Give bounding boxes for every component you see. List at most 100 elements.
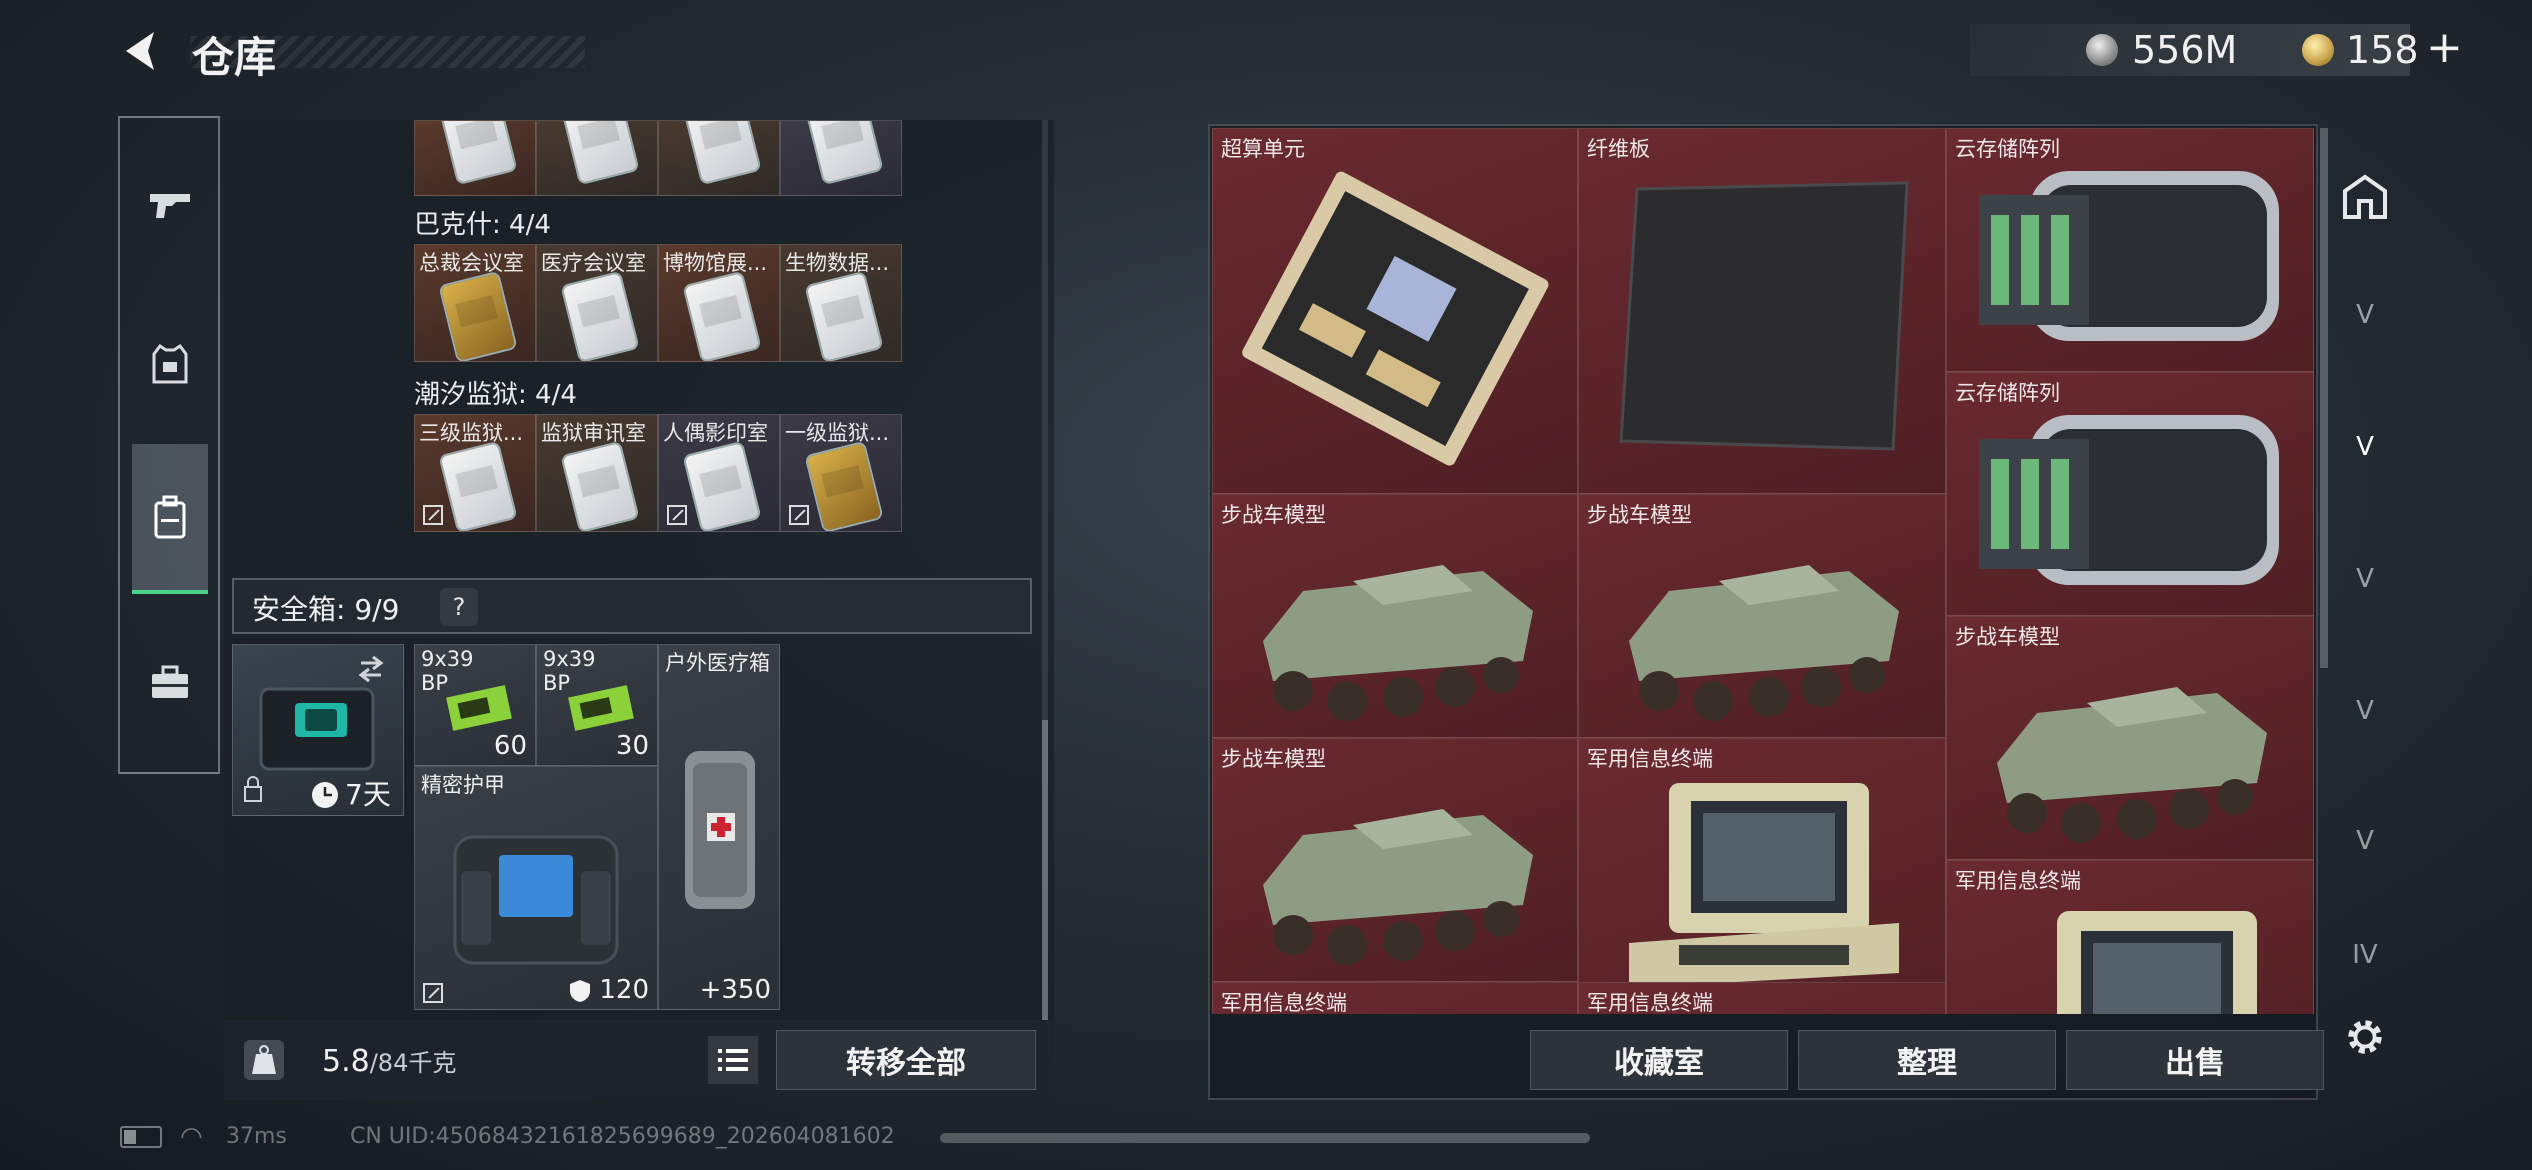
inventory-cell[interactable] [414,120,536,196]
storage-item-cell[interactable]: 军用信息终端 [1212,982,1578,1014]
storage-item-cell[interactable]: 军用信息终端 [1578,738,1946,1014]
item-name: 步战车模型 [1221,503,1326,527]
military-terminal-icon [1629,783,1899,988]
armor-vest-icon [152,343,188,384]
sell-button[interactable]: 出售 [2066,1030,2324,1090]
ammo-slot[interactable]: 9x39 BP 30 [536,644,658,766]
ifv-model-icon [1629,565,1899,721]
storage-item-cell[interactable]: 步战车模型 [1946,616,2314,860]
medkit-name: 户外医疗箱 [665,651,770,675]
item-name: 步战车模型 [1587,503,1692,527]
ammo-name: 9x39 [421,647,474,671]
item-name: 军用信息终端 [1587,991,1713,1014]
storage-item-cell[interactable]: 云存储阵列 [1946,128,2314,372]
medical-bag-icon [685,751,755,909]
pistol-icon [150,194,190,218]
list-view-button[interactable] [708,1036,758,1084]
keycard-group-label: 潮汐监狱: 4/4 [414,380,577,410]
rail-page-iv[interactable]: IV [2334,930,2396,980]
inventory-cell[interactable] [658,120,780,196]
settings-button[interactable] [2334,1006,2396,1068]
circuit-board-icon [1242,171,1549,466]
unavailable-icon [423,983,443,1003]
keycard-name: 监狱审讯室 [541,421,646,445]
storage-item-cell[interactable]: 步战车模型 [1578,494,1946,738]
user-uid: CN UID:450684321618256996​89_20260408160… [350,1124,895,1149]
storage-item-cell[interactable]: 军用信息终端 [1578,982,1946,1014]
item-name: 步战车模型 [1955,625,2060,649]
storage-item-cell[interactable]: 云存储阵列 [1946,372,2314,616]
safebox-slot[interactable]: 7天 [232,644,404,816]
inventory-cell[interactable] [780,120,902,196]
collection-room-button[interactable]: 收藏室 [1530,1030,1788,1090]
keycard-name: 博物馆展... [663,251,768,275]
transfer-all-button[interactable]: 转移全部 [776,1030,1036,1090]
keycard-cell[interactable]: 一级监狱... [780,414,902,532]
keycard-cell[interactable]: 总裁会议室 [414,244,536,362]
weight-unit: 千克 [408,1049,457,1077]
keycard-icon [440,273,516,361]
add-currency-button[interactable]: + [2426,22,2463,73]
weight-value: 5.8/84千克 [322,1043,456,1079]
ping-value: 37ms [226,1124,287,1149]
rail-page-v-5[interactable]: V [2334,810,2396,872]
keycard-cell[interactable]: 三级监狱... [414,414,536,532]
military-terminal-icon [2057,911,2257,1014]
keycard-icon [440,443,516,531]
keycard-icon [562,273,638,361]
rail-item-armor[interactable] [132,324,208,404]
keycard-icon [684,443,760,531]
keycard-cell[interactable]: 人偶影印室 [658,414,780,532]
inventory-cell[interactable] [536,120,658,196]
rail-item-weapons[interactable] [132,164,208,244]
keycard-name: 生物数据... [785,251,890,275]
rail-home-button[interactable] [2334,166,2396,228]
ammo-quantity: 60 [493,731,527,761]
keycard-cell[interactable]: 生物数据... [780,244,902,362]
wifi-icon: ◠ [180,1122,203,1152]
storage-item-cell[interactable]: 超算单元 [1212,128,1578,494]
rail-page-v-2[interactable]: V [2334,416,2396,478]
ammo-slot[interactable]: 9x39 BP 60 [414,644,536,766]
settings-gear-icon [2348,1020,2382,1054]
backpack-scrollbar-thumb[interactable] [1042,720,1048,1020]
toolbox-icon [152,665,188,698]
ifv-model-icon [1263,809,1533,965]
storage-scrollbar[interactable] [2320,128,2328,668]
storage-item-cell[interactable]: 步战车模型 [1212,494,1578,738]
medkit-heal-value: +350 [699,975,771,1005]
storage-item-cell[interactable]: 纤维板 [1578,128,1946,494]
keycard-icon [806,273,882,361]
medkit-slot[interactable]: 户外医疗箱 +350 [658,644,780,1010]
page-title: 仓库 [192,33,277,82]
armor-name: 精密护甲 [421,773,505,797]
armor-slot[interactable]: 精密护甲 120 [414,766,658,1010]
ifv-model-icon [1997,687,2267,843]
storage-grid: 超算单元 纤维板 云存储阵列 云存储阵列 步战车模型 步战车模型 步战车模型 步… [1212,128,2314,1014]
list-icon [718,1049,748,1071]
keycard-cell[interactable]: 医疗会议室 [536,244,658,362]
rail-page-v-4[interactable]: V [2334,680,2396,742]
unavailable-icon [423,505,443,525]
rail-item-tools[interactable] [132,642,208,722]
keycard-cell[interactable]: 博物馆展... [658,244,780,362]
keycard-icon [562,443,638,531]
rail-page-v-3[interactable]: V [2334,548,2396,610]
keycard-name: 总裁会议室 [419,251,524,275]
ammo-box-icon [446,685,512,731]
keycard-group-label: 巴克什: 4/4 [414,210,551,240]
safebox-help-button[interactable]: ? [440,588,478,626]
armor-vest-item-icon [453,835,619,965]
ifv-model-icon [1263,565,1533,721]
item-name: 军用信息终端 [1955,869,2081,893]
rail-page-v-1[interactable]: V [2334,284,2396,346]
back-arrow-icon[interactable] [118,28,164,74]
storage-item-cell[interactable]: 军用信息终端 [1946,860,2314,1014]
storage-item-cell[interactable]: 步战车模型 [1212,738,1578,982]
keycard-cell[interactable]: 监狱审讯室 [536,414,658,532]
tier-v-icon: V [2356,300,2374,330]
home-icon [2343,174,2387,219]
tier-v-icon: V [2356,696,2374,726]
rail-item-backpack[interactable] [132,444,208,594]
organize-button[interactable]: 整理 [1798,1030,2056,1090]
